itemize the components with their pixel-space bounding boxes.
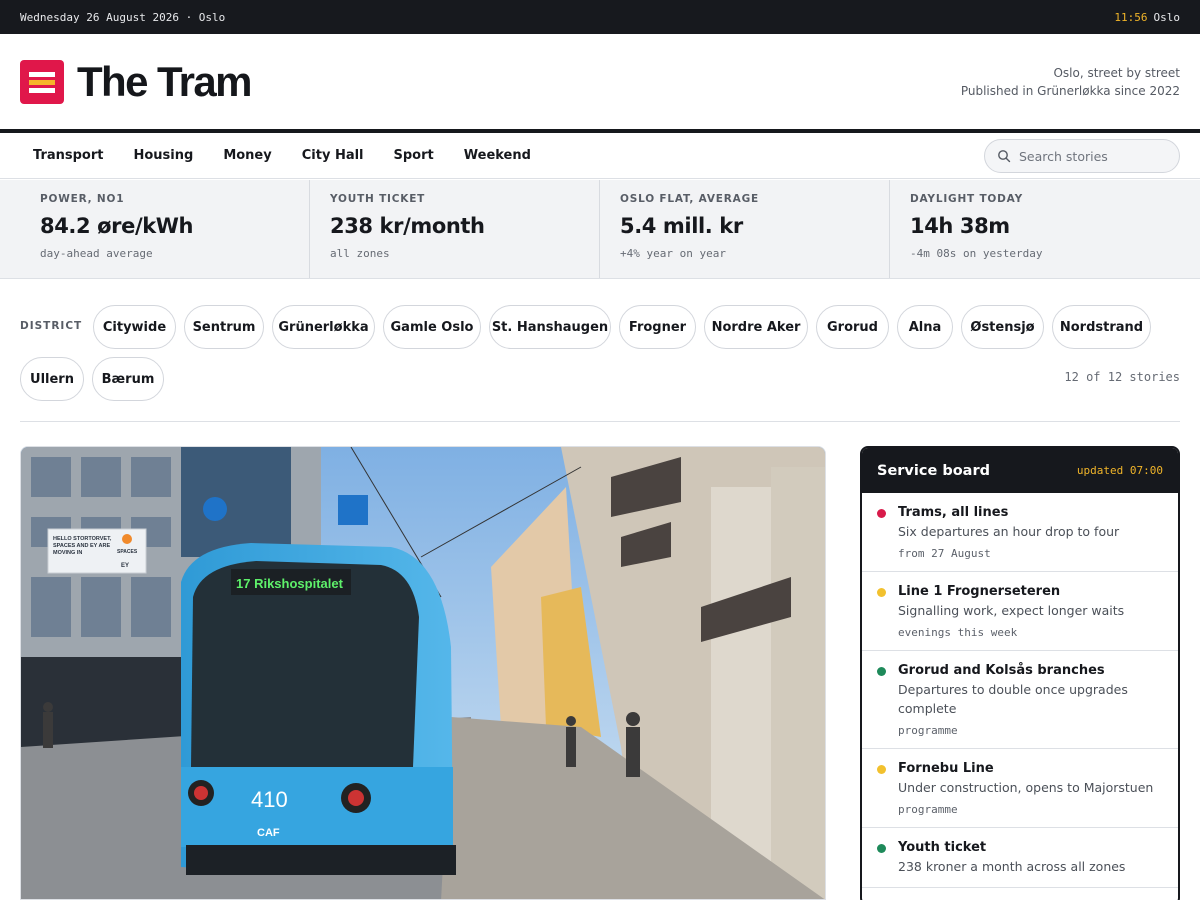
story-count: 12 of 12 stories (1064, 370, 1180, 384)
tagline: Oslo, street by street Published in Grün… (961, 64, 1180, 100)
tagline-line-1: Oslo, street by street (1053, 66, 1180, 80)
service-board-updated: updated 07:00 (1076, 464, 1163, 477)
service-item-title: Fornebu Line (898, 761, 994, 776)
tagline-line-2: Published in Grünerløkka since 2022 (960, 84, 1180, 98)
service-item-title: Trams, all lines (898, 505, 1009, 520)
nav-item-weekend[interactable]: Weekend (449, 148, 546, 163)
search-icon (998, 150, 1011, 163)
district-chip-nordstrand[interactable]: Nordstrand (1052, 305, 1151, 349)
nav-item-transport[interactable]: Transport (18, 148, 118, 163)
stat-power: POWER, NO1 84.2 øre/kWh day-ahead averag… (0, 180, 310, 278)
billboard-line-3: MOVING IN (53, 550, 82, 556)
stat-value: 5.4 mill. kr (620, 214, 743, 238)
district-chip-sentrum[interactable]: Sentrum (184, 305, 264, 349)
stat-note: -4m 08s on yesterday (910, 247, 1043, 260)
service-item-title: Youth ticket (898, 840, 987, 855)
billboard-brand: SPACES (117, 549, 138, 555)
service-item-meta: evenings this week (898, 626, 1018, 639)
hero-image[interactable]: HELLO STORTORVET, SPACES AND EY ARE MOVI… (20, 446, 826, 900)
service-item-meta: from 27 August (898, 547, 991, 560)
clock: 11:56 Oslo (1114, 11, 1180, 24)
stat-note: all zones (330, 247, 390, 260)
service-item[interactable]: Trams, all lines Six departures an hour … (862, 493, 1178, 572)
billboard-line-2: SPACES AND EY ARE (53, 543, 110, 549)
stat-note: day-ahead average (40, 247, 153, 260)
top-bar: Wednesday 26 August 2026 · Oslo 11:56 Osl… (0, 0, 1200, 34)
status-dot-green (877, 667, 886, 676)
district-chip-ostensjo[interactable]: Østensjø (961, 305, 1044, 349)
status-dot-amber (877, 765, 886, 774)
clock-time: 11:56 (1114, 10, 1148, 24)
billboard-line-1: HELLO STORTORVET, (53, 536, 112, 542)
clock-city: Oslo (1153, 10, 1181, 24)
service-item-meta: programme (898, 803, 958, 816)
stat-daylight: DAYLIGHT TODAY 14h 38m -4m 08s on yester… (890, 180, 1200, 278)
district-chip-gamle-oslo[interactable]: Gamle Oslo (383, 305, 481, 349)
status-dot-red (877, 509, 886, 518)
stats-strip: POWER, NO1 84.2 øre/kWh day-ahead averag… (0, 180, 1200, 279)
service-item[interactable]: Fornebu Line Under construction, opens t… (862, 749, 1178, 828)
stat-label: POWER, NO1 (40, 193, 125, 205)
tram-maker: CAF (257, 827, 280, 839)
service-item-desc: 238 kroner a month across all zones (898, 859, 1126, 874)
date-line: Wednesday 26 August 2026 · Oslo (20, 10, 226, 24)
district-chip-grorud[interactable]: Grorud (816, 305, 889, 349)
service-item-desc: Six departures an hour drop to four (898, 524, 1120, 539)
nav-item-city-hall[interactable]: City Hall (287, 148, 379, 163)
stat-note: +4% year on year (620, 247, 726, 260)
tram-number: 410 (251, 787, 288, 812)
service-item[interactable]: Grorud and Kolsås branches Departures to… (862, 651, 1178, 749)
stat-label: OSLO FLAT, AVERAGE (620, 193, 759, 205)
status-dot-amber (877, 588, 886, 597)
district-chip-alna[interactable]: Alna (897, 305, 953, 349)
search-input[interactable] (1019, 148, 1169, 164)
service-board: Service board updated 07:00 Trams, all l… (860, 446, 1180, 900)
service-item[interactable]: Line 1 Frognerseteren Signalling work, e… (862, 572, 1178, 651)
section-divider (20, 421, 1180, 422)
stat-label: DAYLIGHT TODAY (910, 193, 1023, 205)
brand-name: The Tram (77, 58, 253, 105)
district-label: DISTRICT (20, 320, 83, 332)
service-item-desc: Signalling work, expect longer waits (898, 603, 1125, 618)
district-chip-grunerlokka[interactable]: Grünerløkka (272, 305, 375, 349)
main-nav: Transport Housing Money City Hall Sport … (0, 133, 1200, 179)
district-chip-citywide[interactable]: Citywide (93, 305, 176, 349)
search-box[interactable] (984, 139, 1180, 173)
service-item-desc: Departures to double once upgrades compl… (898, 682, 1128, 716)
masthead: The Tram Oslo, street by street Publishe… (0, 34, 1200, 130)
stat-label: YOUTH TICKET (330, 193, 426, 205)
district-chip-st-hanshaugen[interactable]: St. Hanshaugen (489, 305, 611, 349)
service-board-title: Service board (877, 462, 990, 479)
district-chip-frogner[interactable]: Frogner (619, 305, 696, 349)
stat-youth-ticket: YOUTH TICKET 238 kr/month all zones (310, 180, 600, 278)
stat-value: 238 kr/month (330, 214, 485, 238)
tram-destination: 17 Rikshospitalet (236, 576, 344, 591)
brand-link[interactable]: The Tram (20, 58, 253, 106)
nav-item-sport[interactable]: Sport (379, 148, 449, 163)
stat-value: 84.2 øre/kWh (40, 214, 194, 238)
service-item-title: Grorud and Kolsås branches (898, 663, 1105, 678)
stat-value: 14h 38m (910, 214, 1010, 238)
nav-item-money[interactable]: Money (208, 148, 286, 163)
logo-icon (20, 60, 64, 104)
nav-item-housing[interactable]: Housing (118, 148, 208, 163)
district-chip-baerum[interactable]: Bærum (92, 357, 164, 401)
service-item-desc: Under construction, opens to Majorstuen (898, 780, 1154, 795)
tram-street-illustration: HELLO STORTORVET, SPACES AND EY ARE MOVI… (21, 447, 825, 899)
service-item-meta: programme (898, 724, 958, 737)
service-item[interactable]: Youth ticket 238 kroner a month across a… (862, 828, 1178, 888)
service-board-header: Service board updated 07:00 (862, 448, 1178, 493)
status-dot-green (877, 844, 886, 853)
district-chip-nordre-aker[interactable]: Nordre Aker (704, 305, 808, 349)
billboard-brand-2: EY (121, 563, 129, 569)
service-item-title: Line 1 Frognerseteren (898, 584, 1061, 599)
stat-flat-average: OSLO FLAT, AVERAGE 5.4 mill. kr +4% year… (600, 180, 890, 278)
district-chip-ullern[interactable]: Ullern (20, 357, 84, 401)
